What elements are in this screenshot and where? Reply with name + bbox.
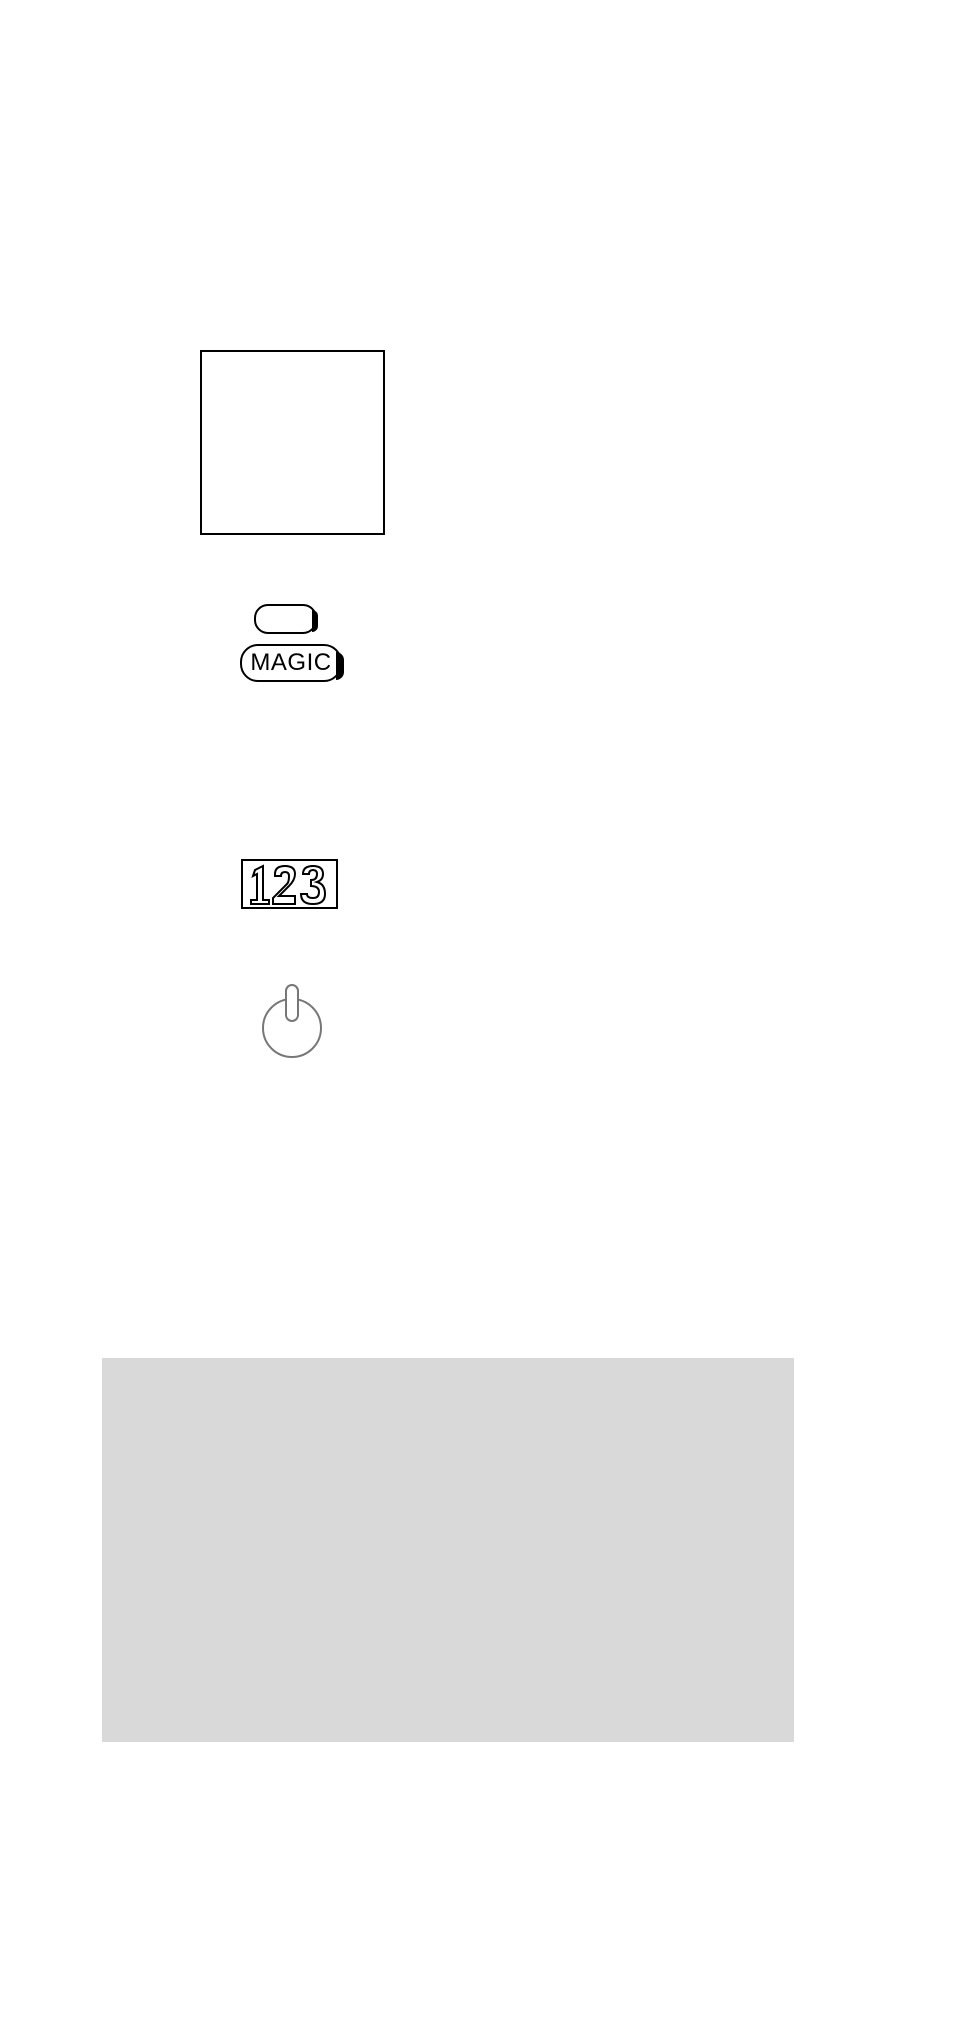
power-icon [262,984,322,1058]
magic-button[interactable]: MAGIC [240,644,342,682]
magic-button-label: MAGIC [250,649,331,677]
number-123-icon [245,862,335,906]
gray-panel [102,1358,794,1742]
number-box [241,859,338,909]
small-pill-button[interactable] [254,604,317,634]
square-outline [200,350,385,535]
